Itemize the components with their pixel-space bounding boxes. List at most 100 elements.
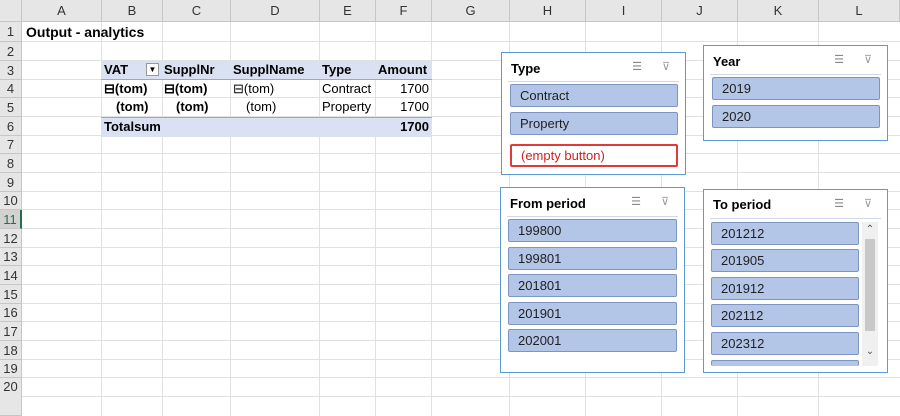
- slicer-item-201905[interactable]: 201905: [711, 249, 859, 272]
- pivot-cell-amount[interactable]: 1700: [376, 80, 429, 98]
- multi-select-icon[interactable]: ☰: [832, 197, 846, 211]
- row-header-11[interactable]: 11: [0, 210, 22, 229]
- slicer-item-2020[interactable]: 2020: [712, 105, 880, 128]
- column-header-e[interactable]: E: [320, 0, 376, 22]
- gridline: [22, 377, 900, 378]
- multi-select-icon[interactable]: ☰: [630, 60, 644, 74]
- row-header-6[interactable]: 6: [0, 117, 22, 136]
- slicer-item-202312[interactable]: 202312: [711, 332, 859, 355]
- slicer-title: To period: [713, 197, 772, 212]
- column-header-c[interactable]: C: [163, 0, 231, 22]
- pivot-cell-type[interactable]: Contract: [322, 80, 371, 98]
- row-header-14[interactable]: 14: [0, 266, 22, 285]
- pivot-total-amount[interactable]: 1700: [376, 118, 429, 136]
- filter-dropdown-icon[interactable]: ▼: [146, 63, 159, 76]
- slicer-item-201901[interactable]: 201901: [508, 302, 677, 325]
- pivot-cell-supplname[interactable]: ⊟(tom): [233, 80, 274, 98]
- slicer-item-202001[interactable]: 202001: [508, 329, 677, 352]
- row-header-20[interactable]: 20: [0, 378, 22, 416]
- slicer-item-contract[interactable]: Contract: [510, 84, 678, 107]
- column-header-l[interactable]: L: [819, 0, 900, 22]
- column-header-i[interactable]: I: [586, 0, 662, 22]
- pivot-header-amount[interactable]: Amount: [378, 61, 427, 79]
- slicer-item-201912[interactable]: 201912: [711, 277, 859, 300]
- column-header-h[interactable]: H: [510, 0, 586, 22]
- slicer-type[interactable]: Type ☰ ⊽ Contract Property (empty button…: [501, 52, 686, 175]
- row-header-12[interactable]: 12: [0, 229, 22, 248]
- pivot-cell-amount[interactable]: 1700: [376, 98, 429, 116]
- multi-select-icon[interactable]: ☰: [832, 53, 846, 67]
- row-header-1[interactable]: 1: [0, 22, 22, 42]
- scroll-up-icon[interactable]: ⌃: [862, 224, 878, 235]
- row-header-16[interactable]: 16: [0, 304, 22, 322]
- row-header-18[interactable]: 18: [0, 341, 22, 360]
- slicer-to-period[interactable]: To period ☰ ⊽ 201212 201905 201912 20211…: [703, 189, 888, 373]
- gridline: [22, 396, 900, 397]
- gridline: [22, 153, 900, 154]
- scroll-thumb[interactable]: [865, 239, 875, 331]
- row-header-19[interactable]: 19: [0, 360, 22, 378]
- row-header-17[interactable]: 17: [0, 322, 22, 341]
- column-header-k[interactable]: K: [738, 0, 819, 22]
- pivot-cell-supplnr[interactable]: (tom): [176, 98, 209, 116]
- pivot-cell-vat[interactable]: (tom): [116, 98, 149, 116]
- slicer-item-201212[interactable]: 201212: [711, 222, 859, 245]
- slicer-item-2019[interactable]: 2019: [712, 77, 880, 100]
- row-header-5[interactable]: 5: [0, 98, 22, 117]
- clear-filter-icon[interactable]: ⊽: [658, 195, 672, 209]
- column-header-a[interactable]: A: [22, 0, 102, 22]
- row-header-10[interactable]: 10: [0, 192, 22, 210]
- multi-select-icon[interactable]: ☰: [629, 195, 643, 209]
- row-header-9[interactable]: 9: [0, 173, 22, 192]
- pivot-total-label[interactable]: Totalsum: [104, 118, 161, 136]
- collapse-icon[interactable]: ⊟: [164, 81, 175, 96]
- gridline: [22, 41, 900, 42]
- pivot-cell-supplname[interactable]: (tom): [246, 98, 276, 116]
- scroll-down-icon[interactable]: ⌄: [862, 346, 878, 357]
- collapse-icon[interactable]: ⊟: [233, 81, 244, 96]
- pivot-cell-vat[interactable]: ⊟(tom): [104, 80, 147, 98]
- slicer-item-201801[interactable]: 201801: [508, 274, 677, 297]
- clear-filter-icon[interactable]: ⊽: [659, 60, 673, 74]
- slicer-title: Type: [511, 61, 541, 76]
- slicer-scrollbar[interactable]: ⌃ ⌄: [862, 222, 878, 366]
- pivot-header-supplnr[interactable]: SupplNr: [164, 61, 215, 79]
- slicer-item-199800[interactable]: 199800: [508, 219, 677, 242]
- gridline: [230, 22, 231, 416]
- select-all-corner[interactable]: [0, 0, 22, 22]
- column-header-j[interactable]: J: [662, 0, 738, 22]
- column-header-f[interactable]: F: [376, 0, 432, 22]
- column-header-d[interactable]: D: [231, 0, 320, 22]
- pivot-header-type[interactable]: Type: [322, 61, 351, 79]
- slicer-divider: [507, 216, 678, 217]
- slicer-item-empty[interactable]: (empty button): [510, 144, 678, 167]
- row-header-4[interactable]: 4: [0, 80, 22, 98]
- row-header-3[interactable]: 3: [0, 61, 22, 80]
- row-header-2[interactable]: 2: [0, 42, 22, 61]
- slicer-from-period[interactable]: From period ☰ ⊽ 199800 199801 201801 201…: [500, 187, 685, 373]
- column-header-b[interactable]: B: [102, 0, 163, 22]
- row-header-8[interactable]: 8: [0, 154, 22, 173]
- gridline: [431, 22, 432, 416]
- clear-filter-icon[interactable]: ⊽: [861, 197, 875, 211]
- gridline: [319, 22, 320, 416]
- slicer-item-partial[interactable]: [711, 360, 859, 366]
- slicer-year[interactable]: Year ☰ ⊽ 2019 2020: [703, 45, 888, 141]
- gridline: [101, 22, 102, 416]
- slicer-item-property[interactable]: Property: [510, 112, 678, 135]
- pivot-cell-supplnr[interactable]: ⊟(tom): [164, 80, 207, 98]
- pivot-header-vat[interactable]: VAT: [104, 61, 128, 79]
- slicer-divider: [710, 74, 881, 75]
- column-header-g[interactable]: G: [432, 0, 510, 22]
- clear-filter-icon[interactable]: ⊽: [861, 53, 875, 67]
- collapse-icon[interactable]: ⊟: [104, 81, 115, 96]
- row-header-7[interactable]: 7: [0, 136, 22, 154]
- row-header-13[interactable]: 13: [0, 248, 22, 266]
- pivot-cell-type[interactable]: Property: [322, 98, 371, 116]
- slicer-item-199801[interactable]: 199801: [508, 247, 677, 270]
- row-header-15[interactable]: 15: [0, 285, 22, 304]
- sheet-title[interactable]: Output - analytics: [26, 23, 144, 41]
- slicer-item-202112[interactable]: 202112: [711, 304, 859, 327]
- slicer-title: From period: [510, 196, 586, 211]
- pivot-header-supplname[interactable]: SupplName: [233, 61, 305, 79]
